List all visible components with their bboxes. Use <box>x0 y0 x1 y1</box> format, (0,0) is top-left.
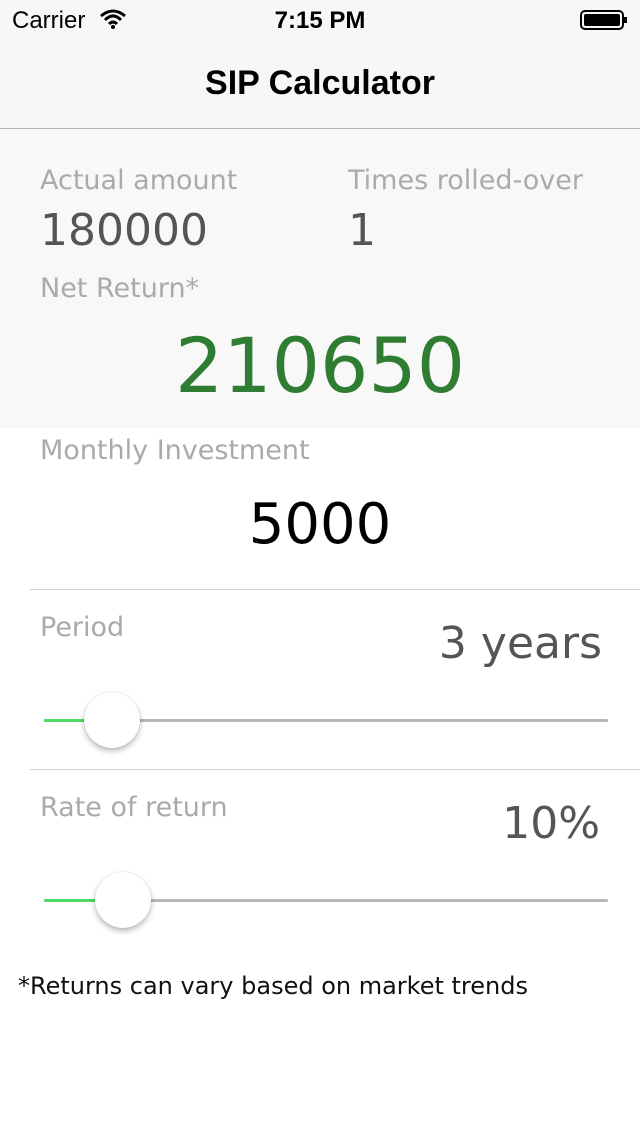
period-label: Period <box>40 612 125 643</box>
summary-panel: Actual amount 180000 Times rolled-over 1… <box>0 129 640 428</box>
page-title: SIP Calculator <box>205 64 435 102</box>
period-value: 3 years <box>438 618 602 669</box>
period-slider[interactable] <box>44 690 608 750</box>
divider <box>30 589 640 590</box>
navigation-bar: SIP Calculator <box>0 40 640 129</box>
clock: 7:15 PM <box>274 7 366 34</box>
times-rolled-over-label: Times rolled-over <box>348 165 583 196</box>
net-return-value: 210650 <box>174 321 466 410</box>
monthly-investment-label: Monthly Investment <box>40 435 310 466</box>
period-slider-thumb[interactable] <box>83 692 140 748</box>
divider <box>30 769 640 770</box>
times-rolled-over-value: 1 <box>348 205 376 256</box>
disclaimer-footnote: *Returns can vary based on market trends <box>18 972 528 1000</box>
sip-calculator-screen: Carrier 7:15 PM SIP Calculator Actual am… <box>0 0 640 1136</box>
monthly-investment-input[interactable] <box>40 486 600 562</box>
rate-of-return-label: Rate of return <box>40 792 228 823</box>
net-return-label: Net Return* <box>40 273 200 304</box>
actual-amount-label: Actual amount <box>40 165 238 196</box>
rate-slider-thumb[interactable] <box>94 872 151 928</box>
status-bar: Carrier 7:15 PM <box>0 0 640 40</box>
rate-of-return-slider[interactable] <box>44 870 608 930</box>
rate-of-return-value: 10% <box>502 798 600 849</box>
actual-amount-value: 180000 <box>40 205 208 256</box>
battery-icon <box>580 10 627 30</box>
